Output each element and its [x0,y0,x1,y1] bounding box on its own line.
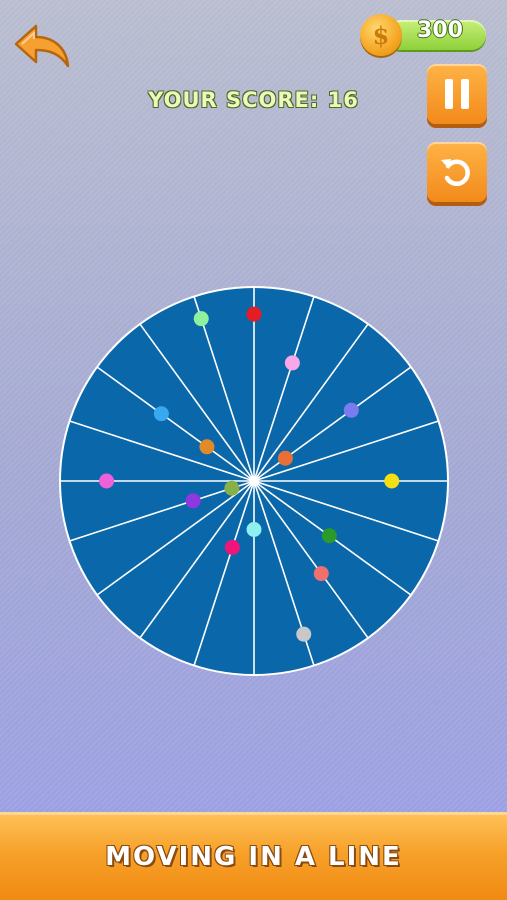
ball [224,539,240,555]
bottom-banner: MOVING IN A LINE [0,812,507,900]
ball [277,450,293,466]
ball [343,402,359,418]
game-wheel[interactable] [0,0,507,900]
ball [246,522,262,537]
ball [153,406,169,422]
level-title: MOVING IN A LINE [105,842,402,872]
ball [185,493,201,509]
ball [199,439,215,455]
ball [296,626,312,642]
ball [384,473,400,489]
ball [284,355,300,371]
ball [246,306,262,322]
wheel-hub [250,477,258,485]
ball [224,480,240,496]
ball [313,566,329,582]
ball [321,528,337,544]
ball [99,473,115,489]
game-screen: { "header": { "back_icon": "back-arrow-i… [0,0,507,900]
ball [193,311,209,327]
